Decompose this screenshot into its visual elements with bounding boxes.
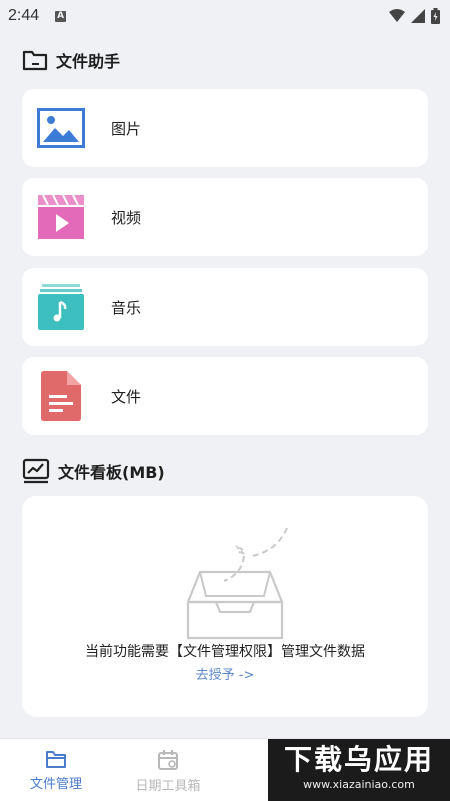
notification-icon: A xyxy=(55,10,67,22)
status-bar: 2:44 A xyxy=(0,0,450,32)
file-board-card: 当前功能需要【文件管理权限】管理文件数据 去授予 -> xyxy=(22,496,428,717)
grant-permission-link[interactable]: 去授予 -> xyxy=(22,664,428,683)
files-section-header: 文件助手 xyxy=(22,48,120,72)
tab-label: 日期工具箱 xyxy=(135,779,201,794)
category-card-images[interactable]: 图片 xyxy=(22,89,428,167)
chart-board-icon xyxy=(22,458,50,484)
category-label: 音乐 xyxy=(111,298,142,317)
folder-icon xyxy=(22,50,48,71)
document-icon xyxy=(37,371,85,421)
tab-label: 文件管理 xyxy=(29,777,82,792)
category-card-music[interactable]: 音乐 xyxy=(22,268,428,346)
category-label: 文件 xyxy=(111,387,142,406)
permission-message: 当前功能需要【文件管理权限】管理文件数据 xyxy=(85,644,365,660)
board-section-title: 文件看板(MB) xyxy=(58,463,165,482)
watermark-text: 下载乌应用 xyxy=(283,743,434,776)
files-section-title: 文件助手 xyxy=(56,52,121,71)
image-icon xyxy=(37,104,85,152)
tab-file-management[interactable]: 文件管理 xyxy=(0,739,112,801)
watermark: 下载乌应用 www.xiazainiao.com xyxy=(268,739,450,801)
category-label: 图片 xyxy=(111,119,142,138)
signal-icon xyxy=(411,9,425,23)
empty-box-icon xyxy=(186,527,288,640)
status-icons xyxy=(389,8,440,24)
music-icon xyxy=(37,283,85,331)
category-card-videos[interactable]: 视频 xyxy=(22,178,428,256)
folder-tab-icon xyxy=(46,751,66,768)
battery-icon xyxy=(431,8,440,24)
board-section-header: 文件看板(MB) xyxy=(22,458,165,484)
tab-date-toolbox[interactable]: 日期工具箱 xyxy=(112,739,224,801)
wifi-icon xyxy=(389,9,405,22)
category-card-documents[interactable]: 文件 xyxy=(22,357,428,435)
category-label: 视频 xyxy=(111,208,142,227)
calendar-icon xyxy=(158,750,178,770)
video-icon xyxy=(37,193,85,241)
watermark-url: www.xiazainiao.com xyxy=(303,778,415,791)
status-time: 2:44 xyxy=(8,7,40,24)
